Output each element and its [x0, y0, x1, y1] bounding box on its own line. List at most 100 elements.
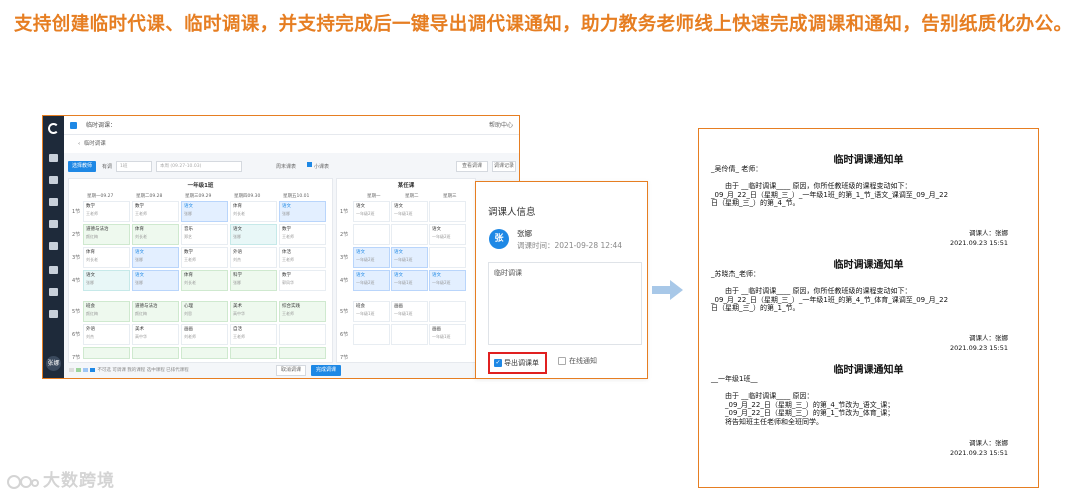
timetable-cell[interactable]: 心理 刘思: [181, 301, 228, 322]
timetable-cell[interactable]: 语文 张娜: [132, 270, 179, 291]
timetable-cell[interactable]: 数学 王老师: [279, 224, 326, 245]
week-select[interactable]: 本周 (09.27-10.03): [156, 161, 242, 172]
list-icon[interactable]: [49, 242, 58, 250]
course-name: 体育: [135, 227, 144, 232]
small-schedule-checkbox[interactable]: 小课表: [314, 163, 329, 170]
online-notify-checkbox[interactable]: 在线通知: [558, 356, 597, 366]
timetable-cell[interactable]: 数学 王老师: [181, 247, 228, 268]
timetable-cell[interactable]: 数学 郭凤华: [279, 270, 326, 291]
timetable-cell[interactable]: 体育 刘长老: [132, 224, 179, 245]
timetable-cell[interactable]: [83, 347, 130, 359]
timetable-cell[interactable]: [279, 347, 326, 359]
arrow-right-icon: [652, 280, 683, 300]
has-label: 有调: [102, 164, 113, 170]
timetable-cell[interactable]: 体育 刘长老: [230, 201, 277, 222]
course-name: 数学: [282, 227, 291, 232]
course-name: 科学: [233, 273, 242, 278]
teacher-name: 高中华: [135, 334, 147, 339]
teacher-timetable-cell[interactable]: 语文 一年级2班: [353, 270, 390, 291]
legend-swatch: [76, 367, 81, 372]
timetable-cell[interactable]: 画画 刘老师: [181, 324, 228, 345]
teacher-timetable-cell[interactable]: 班会 一年级1班: [353, 301, 390, 322]
teacher-timetable-cell[interactable]: 语文 一年级1班: [391, 270, 428, 291]
select-teacher-button[interactable]: 选择教师: [68, 161, 96, 172]
teacher-timetable-cell[interactable]: 语文 一年级2班: [353, 201, 390, 222]
teacher-timetable-cell[interactable]: 画画 一年级1班: [429, 324, 466, 345]
timetable-cell[interactable]: 美术 高中华: [230, 301, 277, 322]
notice-line: 由于 __临时调课____ 原因，你所任教班级的课程变动如下：: [725, 182, 912, 190]
calendar-icon[interactable]: [49, 220, 58, 228]
timetable-cell[interactable]: 科学 张娜: [230, 270, 277, 291]
home-icon[interactable]: [49, 154, 58, 162]
teacher-timetable-cell[interactable]: [353, 324, 390, 345]
timetable-cell[interactable]: [279, 324, 326, 345]
teacher-name: 王老师: [282, 234, 294, 239]
class-name: 一年级1班: [356, 311, 375, 316]
timetable-cell[interactable]: 美术 高中华: [132, 324, 179, 345]
timetable-cell[interactable]: 体育 刘长老: [181, 270, 228, 291]
export-checkbox[interactable]: ✓ 导出调课单: [488, 352, 547, 374]
settings-icon[interactable]: [49, 266, 58, 274]
user-avatar[interactable]: 张娜: [46, 356, 61, 371]
timetable-cell[interactable]: [132, 347, 179, 359]
day-header: 星期三09.29: [185, 194, 212, 199]
period-label: 3节: [72, 255, 81, 261]
file-icon[interactable]: [49, 198, 58, 206]
timetable-cell[interactable]: 语文 张娜: [132, 247, 179, 268]
timetable-cell[interactable]: 数学 王老师: [132, 201, 179, 222]
weekend-checkbox[interactable]: 周末课表: [276, 163, 296, 170]
teacher-timetable-cell[interactable]: [391, 224, 428, 245]
class-select[interactable]: 1班: [116, 161, 152, 172]
teacher-timetable-cell[interactable]: [429, 301, 466, 322]
teacher-timetable-cell[interactable]: 画画 一年级1班: [391, 301, 428, 322]
timetable-cell[interactable]: 综合实践 王老师: [279, 301, 326, 322]
timetable-cell[interactable]: [230, 347, 277, 359]
teacher-timetable-cell[interactable]: [353, 224, 390, 245]
timetable-cell[interactable]: 班会 颜红梅: [83, 301, 130, 322]
class-name: 一年级1班: [394, 211, 413, 216]
view-adjust-button[interactable]: 查看调课: [456, 161, 488, 172]
check-icon[interactable]: [307, 162, 312, 167]
day-header: 星期一: [367, 194, 381, 199]
finish-adjust-button[interactable]: 完成调课: [311, 365, 341, 376]
teacher-timetable-cell[interactable]: 语文 一年级2班: [353, 247, 390, 268]
timetable-cell[interactable]: 体育 刘长老: [83, 247, 130, 268]
timetable-cell[interactable]: 道德与法治 颜红梅: [132, 301, 179, 322]
timetable-cell[interactable]: 语文 张娜: [230, 224, 277, 245]
timetable-cell[interactable]: 道德与法治 颜红梅: [83, 224, 130, 245]
course-name: 数学: [184, 250, 193, 255]
teacher-timetable-cell[interactable]: [429, 247, 466, 268]
class-name: 一年级1班: [394, 280, 413, 285]
bell-icon[interactable]: [49, 310, 58, 318]
teacher-timetable-cell[interactable]: [391, 324, 428, 345]
reason-textarea[interactable]: 临时调课: [488, 262, 642, 345]
menu-icon[interactable]: [70, 122, 77, 129]
timetable-cell[interactable]: 自活 王老师: [230, 324, 277, 345]
timetable-cell[interactable]: 体活 王老师: [279, 247, 326, 268]
cancel-adjust-button[interactable]: 取消调课: [276, 365, 306, 376]
help-link[interactable]: 帮助中心: [489, 116, 513, 135]
notice-title: 临时调课通知单: [833, 155, 904, 166]
notice-line: 日（星期_三_）的第_4_节。: [711, 199, 800, 207]
teacher-timetable-cell[interactable]: 语文 一年级1班: [391, 247, 428, 268]
timetable-cell[interactable]: 外语 刘杰: [83, 324, 130, 345]
timetable-cell[interactable]: 数学 王老师: [83, 201, 130, 222]
timetable-cell[interactable]: 语文 张娜: [181, 201, 228, 222]
document-icon[interactable]: [49, 176, 58, 184]
timetable-cell[interactable]: 音乐 郑艺: [181, 224, 228, 245]
teacher-name: 颜红梅: [86, 234, 98, 239]
course-name: 语文: [432, 273, 441, 278]
grid-icon[interactable]: [49, 288, 58, 296]
timetable-cell[interactable]: 语文 张娜: [83, 270, 130, 291]
adjust-record-button[interactable]: 调课记录: [492, 161, 516, 172]
course-name: 语文: [356, 250, 365, 255]
teacher-timetable-cell[interactable]: [429, 201, 466, 222]
teacher-timetable-cell[interactable]: 语文 一年级2班: [429, 224, 466, 245]
teacher-timetable-cell[interactable]: 语文 一年级1班: [391, 201, 428, 222]
timetable-cell[interactable]: 语文 张娜: [279, 201, 326, 222]
timetable-cell[interactable]: 外语 刘杰: [230, 247, 277, 268]
timetable-cell[interactable]: [181, 347, 228, 359]
sidebar: 张娜: [43, 116, 64, 378]
teacher-timetable-cell[interactable]: 语文 一年级2班: [429, 270, 466, 291]
period-label: 1节: [340, 209, 349, 215]
